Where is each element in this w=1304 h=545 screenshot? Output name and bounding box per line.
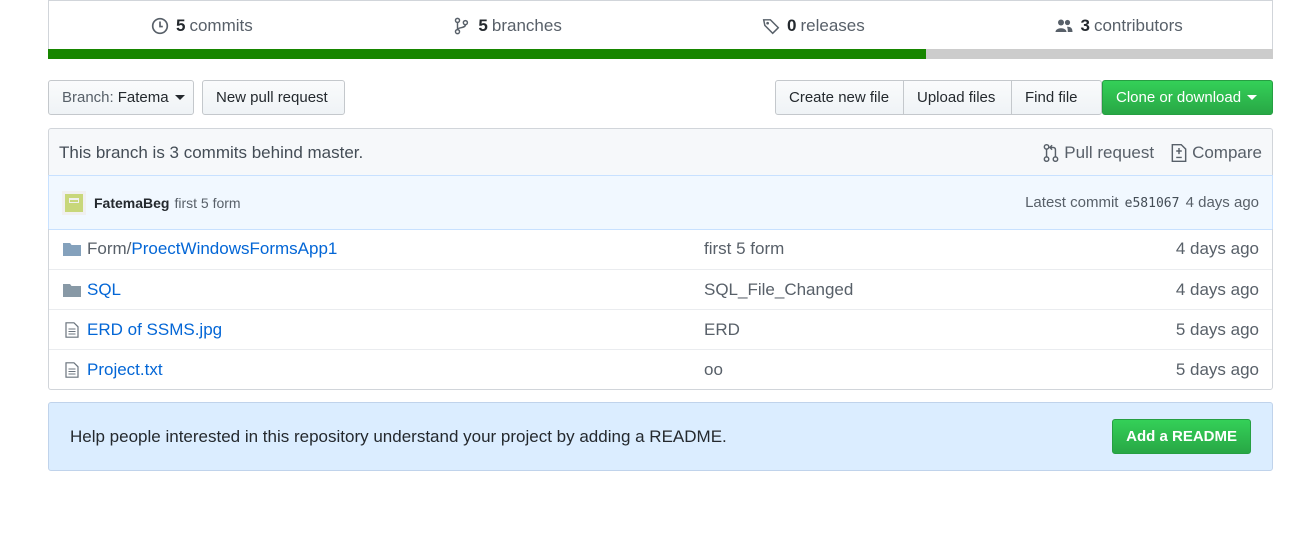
file-age: 4 days ago [1175, 279, 1259, 299]
clone-or-download-button[interactable]: Clone or download [1102, 80, 1273, 115]
releases-count: 0 [787, 15, 797, 35]
folder-icon [63, 283, 81, 297]
branches-label: branches [491, 15, 562, 35]
language-bar[interactable] [48, 49, 1273, 59]
latest-commit-bar: FatemaBeg first 5 form Latest commit e58… [48, 175, 1273, 230]
commit-author-link[interactable]: FatemaBeg [94, 195, 169, 211]
avatar[interactable] [62, 190, 86, 215]
releases-label: releases [800, 15, 865, 35]
latest-commit-info: Latest commit e581067 4 days ago [1025, 194, 1259, 211]
caret-down-icon [1247, 95, 1258, 100]
file-commit-message[interactable]: first 5 form [704, 239, 1072, 259]
git-branch-icon [455, 17, 469, 34]
table-row: Form/ProectWindowsFormsApp1 first 5 form… [49, 229, 1272, 269]
new-pull-request-button[interactable]: New pull request [202, 80, 345, 115]
diff-icon [1171, 143, 1187, 162]
commits-label: commits [189, 15, 253, 35]
pull-request-link[interactable]: Pull request [1042, 143, 1154, 163]
add-readme-button[interactable]: Add a README [1112, 419, 1251, 454]
releases-link[interactable]: 0 releases [661, 16, 967, 36]
contributors-link[interactable]: 3 contributors [966, 16, 1272, 36]
tag-icon [762, 18, 780, 34]
file-commit-message[interactable]: SQL_File_Changed [704, 280, 1072, 300]
compare-link[interactable]: Compare [1170, 143, 1262, 163]
branch-infobar: This branch is 3 commits behind master. … [48, 128, 1273, 176]
file-name-link[interactable]: ERD of SSMS.jpg [87, 320, 704, 340]
file-list: Form/ProectWindowsFormsApp1 first 5 form… [48, 229, 1273, 390]
dir-prefix: Form/ [87, 239, 132, 258]
file-name-link[interactable]: Project.txt [87, 360, 704, 380]
latest-commit-label: Latest commit [1025, 194, 1119, 211]
file-commit-message[interactable]: ERD [704, 320, 1072, 340]
file-name-link[interactable]: Form/ProectWindowsFormsApp1 [87, 239, 704, 259]
file-icon [65, 361, 79, 378]
readme-banner: Help people interested in this repositor… [48, 402, 1273, 471]
file-actions-group: Create new file Upload files Find file [775, 80, 1102, 115]
branches-link[interactable]: 5 branches [355, 16, 661, 36]
branch-select-button[interactable]: Branch: Fatema [48, 80, 194, 115]
commit-age: 4 days ago [1185, 194, 1259, 211]
folder-icon [63, 243, 81, 256]
branch-prefix: Branch: [62, 89, 114, 106]
table-row: ERD of SSMS.jpg ERD 5 days ago [49, 309, 1272, 349]
language-bar-segment[interactable] [48, 49, 927, 59]
repo-summary: 5 commits 5 branches 0 releases 3 contri… [48, 0, 1273, 59]
pull-request-label: Pull request [1064, 142, 1155, 162]
branch-status-message: This branch is 3 commits behind master. [59, 142, 364, 162]
file-name: ERD of SSMS.jpg [87, 319, 223, 339]
file-navigation-toolbar: Branch: Fatema New pull request Create n… [48, 80, 1273, 115]
branch-name: Fatema [117, 89, 169, 106]
commits-count: 5 [176, 15, 186, 35]
file-icon [65, 321, 79, 338]
file-name: ProectWindowsFormsApp1 [131, 239, 338, 258]
commit-sha-link[interactable]: e581067 [1125, 196, 1180, 211]
file-age: 5 days ago [1175, 359, 1259, 379]
language-bar-segment[interactable] [926, 49, 1273, 59]
file-commit-message[interactable]: oo [704, 360, 1072, 380]
find-file-button[interactable]: Find file [1011, 80, 1102, 115]
contributors-count: 3 [1080, 15, 1090, 35]
table-row: SQL SQL_File_Changed 4 days ago [49, 269, 1272, 309]
people-icon [1055, 19, 1073, 32]
file-name: Project.txt [87, 359, 163, 379]
contributors-label: contributors [1093, 15, 1183, 35]
readme-prompt-message: Help people interested in this repositor… [70, 426, 727, 446]
create-new-file-button[interactable]: Create new file [775, 80, 904, 115]
file-age: 4 days ago [1175, 239, 1259, 258]
commit-message-link[interactable]: first 5 form [174, 195, 1025, 211]
clone-or-download-label: Clone or download [1116, 89, 1242, 106]
compare-label: Compare [1192, 142, 1262, 162]
caret-down-icon [174, 95, 185, 100]
table-row: Project.txt oo 5 days ago [49, 349, 1272, 389]
file-name-link[interactable]: SQL [87, 280, 704, 300]
history-icon [151, 17, 169, 34]
file-name: SQL [87, 279, 122, 299]
branches-count: 5 [478, 15, 488, 35]
commits-link[interactable]: 5 commits [49, 16, 355, 36]
upload-files-button[interactable]: Upload files [903, 80, 1012, 115]
git-pull-request-icon [1043, 143, 1059, 162]
file-age: 5 days ago [1175, 319, 1259, 339]
